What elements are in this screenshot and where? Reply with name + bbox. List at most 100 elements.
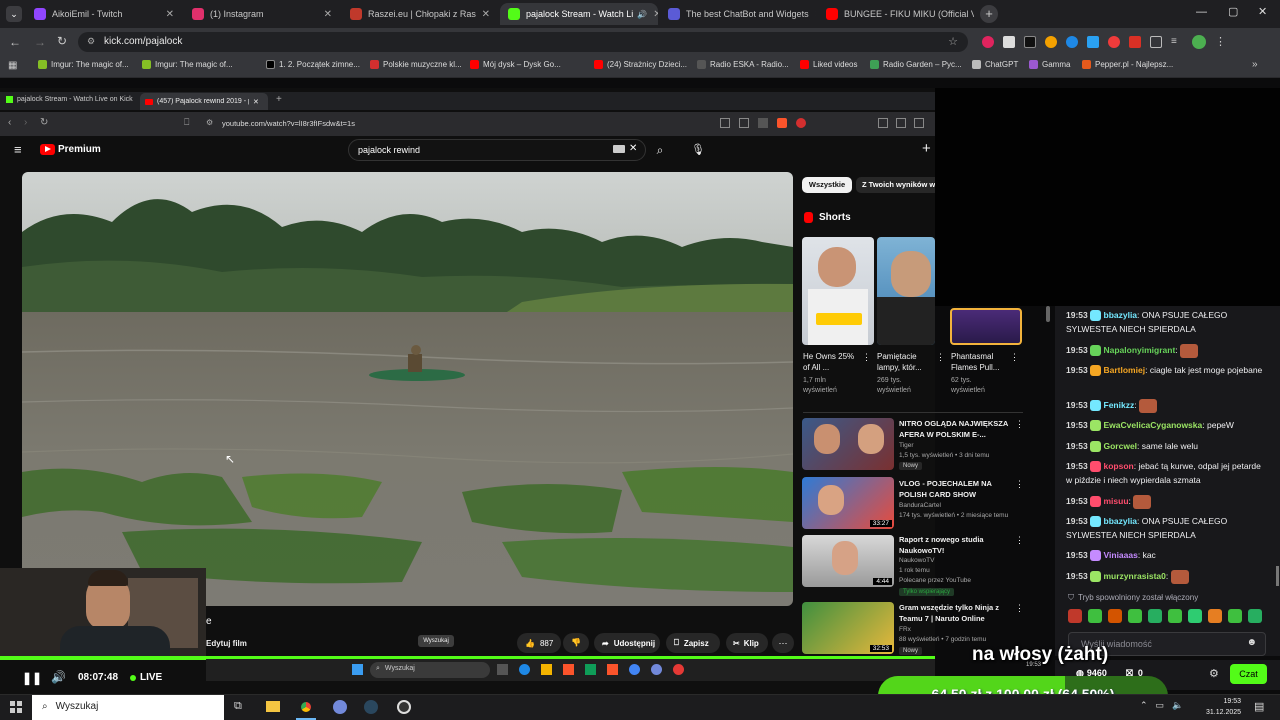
search-input[interactable]: pajalock rewind ✕ bbox=[348, 139, 646, 161]
bookmark-item[interactable]: Mój dysk – Dysk Go... bbox=[470, 60, 561, 69]
app-icon[interactable] bbox=[629, 664, 640, 675]
related-channel[interactable]: Tiger bbox=[899, 442, 914, 449]
chat-username[interactable]: misuu bbox=[1104, 496, 1129, 506]
app-icon[interactable] bbox=[585, 664, 596, 675]
related-title[interactable]: Gram wszędzie tylko Ninja z Teamu 7 | Na… bbox=[899, 602, 1011, 624]
more-icon[interactable]: ⋮ bbox=[936, 352, 945, 363]
clear-icon[interactable]: ✕ bbox=[629, 143, 637, 154]
browser-tab[interactable]: BUNGEE - FIKU MIKU (Official V✕ bbox=[818, 3, 974, 25]
dislike-button[interactable]: 👎 bbox=[563, 633, 589, 653]
bookmark-item[interactable]: (24) Strażnicy Dzieci... bbox=[594, 60, 687, 69]
app-icon[interactable] bbox=[651, 664, 662, 675]
network-icon[interactable]: ▭ bbox=[1156, 700, 1165, 711]
short-title[interactable]: Pamiętacie lampy, któr... bbox=[877, 351, 932, 373]
notification-icon[interactable]: ▤ bbox=[1254, 700, 1264, 713]
bookmark-item[interactable]: Radio ESKA - Radio... bbox=[697, 60, 789, 69]
minimize-button[interactable]: — bbox=[1196, 6, 1207, 18]
taskbar-clock[interactable]: 19:53 31.12.2025 bbox=[1206, 696, 1241, 718]
chat-username[interactable]: Bartlomiej bbox=[1104, 365, 1146, 375]
settings-gear-icon[interactable]: ⚙ bbox=[1209, 667, 1219, 680]
chat-username[interactable]: Napalonyimigrant bbox=[1104, 345, 1176, 355]
close-icon[interactable]: ✕ bbox=[809, 9, 816, 20]
bookmark-item[interactable]: ChatGPT bbox=[972, 60, 1018, 69]
bookmark-item[interactable]: 1. 2. Początek zimne... bbox=[266, 60, 360, 69]
filter-chip-active[interactable]: Wszystkie bbox=[802, 177, 852, 193]
extension-icon[interactable] bbox=[896, 118, 906, 128]
app-icon[interactable] bbox=[497, 664, 508, 675]
tray-chevron-icon[interactable]: ⌃ bbox=[1140, 700, 1148, 711]
share-button[interactable]: ➦ Udostępnij bbox=[594, 633, 660, 653]
inner-tab-active[interactable]: (457) Pajalock rewind 2019 - po ✕ bbox=[140, 93, 268, 110]
extension-icon[interactable] bbox=[1108, 36, 1120, 48]
bookmark-item[interactable]: Gamma bbox=[1029, 60, 1070, 69]
more-actions-button[interactable]: ⋯ bbox=[772, 633, 794, 653]
site-info-icon[interactable]: ⚙ bbox=[87, 36, 95, 47]
chat-username[interactable]: Fenikzz bbox=[1104, 400, 1135, 410]
live-indicator[interactable]: LIVE bbox=[130, 672, 162, 683]
emote-icon[interactable] bbox=[1148, 609, 1162, 623]
speaker-icon[interactable]: 🔊 bbox=[637, 10, 647, 19]
voice-search-icon[interactable]: 🎙 bbox=[688, 139, 708, 161]
inner-tab[interactable]: pajalock Stream - Watch Live on Kick✕ bbox=[6, 95, 149, 103]
bookmark-icon[interactable]: ⎕ bbox=[184, 117, 189, 128]
chat-send-button[interactable]: Czat bbox=[1230, 664, 1267, 684]
chat-username[interactable]: Viniaaas bbox=[1104, 550, 1138, 560]
related-channel[interactable]: FRx bbox=[899, 626, 911, 633]
chat-username[interactable]: bbazylia bbox=[1104, 516, 1138, 526]
bookmark-item[interactable]: Imgur: The magic of... bbox=[38, 60, 129, 69]
share-icon[interactable] bbox=[739, 118, 749, 128]
short-title[interactable]: Phantasmal Flames Pull... bbox=[951, 351, 1006, 373]
short-thumbnail[interactable] bbox=[877, 237, 935, 345]
close-icon[interactable]: ✕ bbox=[647, 9, 658, 20]
chat-username[interactable]: bbazylia bbox=[1104, 310, 1138, 320]
extension-icon[interactable] bbox=[1045, 36, 1057, 48]
hamburger-icon[interactable]: ≡ bbox=[14, 142, 22, 157]
more-icon[interactable]: ⋮ bbox=[1010, 352, 1019, 363]
app-icon[interactable] bbox=[519, 664, 530, 675]
create-icon[interactable]: + bbox=[922, 140, 931, 157]
close-icon[interactable]: ✕ bbox=[476, 9, 490, 20]
chat-scrollbar[interactable] bbox=[1276, 566, 1279, 586]
bookmark-star-icon[interactable]: ☆ bbox=[948, 35, 958, 48]
pause-icon[interactable]: ❚❚ bbox=[22, 671, 42, 685]
extension-icon[interactable] bbox=[1087, 36, 1099, 48]
brave-icon[interactable] bbox=[777, 118, 787, 128]
related-title[interactable]: VLOG - POJECHALEM NA POLISH CARD SHOW bbox=[899, 478, 1011, 500]
search-button[interactable]: ⌕ bbox=[646, 139, 674, 161]
chat-username[interactable]: Gorcwel bbox=[1104, 441, 1138, 451]
close-icon[interactable]: ✕ bbox=[318, 9, 332, 20]
close-icon[interactable]: ✕ bbox=[160, 9, 174, 20]
file-explorer-icon[interactable] bbox=[266, 701, 280, 712]
more-bookmarks-icon[interactable]: » bbox=[1252, 59, 1258, 70]
like-button[interactable]: 👍 887 bbox=[517, 633, 561, 653]
forward-icon[interactable]: › bbox=[24, 117, 27, 128]
chat-username[interactable]: murzynrasista0 bbox=[1104, 571, 1166, 581]
bookmark-item[interactable]: Polskie muzyczne kl... bbox=[370, 60, 462, 69]
media-icon[interactable]: ≡ bbox=[1171, 36, 1183, 48]
more-icon[interactable]: ⋮ bbox=[862, 352, 871, 363]
emote-icon[interactable] bbox=[1248, 609, 1262, 623]
inner-url[interactable]: youtube.com/watch?v=lI8r3fIFsdw&t=1s bbox=[222, 119, 355, 128]
extension-icon[interactable] bbox=[982, 36, 994, 48]
browser-tab[interactable]: Raszei.eu | Chłopaki z Raszei Lin✕ bbox=[342, 3, 498, 25]
emote-icon[interactable] bbox=[1208, 609, 1222, 623]
emote-icon[interactable] bbox=[1168, 609, 1182, 623]
more-icon[interactable]: ⋮ bbox=[1015, 479, 1024, 490]
emote-icon[interactable] bbox=[1188, 609, 1202, 623]
chat-username[interactable]: kopson bbox=[1104, 461, 1134, 471]
related-title[interactable]: NITRO OGLĄDA NAJWIĘKSZA AFERA W POLSKIM … bbox=[899, 418, 1011, 440]
save-button[interactable]: ⎕ Zapisz bbox=[666, 633, 720, 653]
extension-icon[interactable] bbox=[1003, 36, 1015, 48]
clip-button[interactable]: ✂ Klip bbox=[726, 633, 768, 653]
maximize-button[interactable]: ▢ bbox=[1228, 5, 1238, 18]
browser-tab[interactable]: AikoiEmil - Twitch ✕ bbox=[26, 3, 182, 25]
app-icon[interactable] bbox=[563, 664, 574, 675]
task-view-icon[interactable]: ⧉ bbox=[234, 700, 242, 713]
extension-icon[interactable] bbox=[1024, 36, 1036, 48]
emoji-icon[interactable]: ☻ bbox=[1246, 637, 1257, 648]
extension-icon[interactable] bbox=[758, 118, 768, 128]
youtube-logo[interactable]: Premium bbox=[40, 144, 101, 155]
short-thumbnail[interactable] bbox=[802, 237, 874, 345]
sidebar-scrollbar[interactable] bbox=[1046, 306, 1050, 322]
inner-search-box[interactable]: ⌕ Wyszukaj bbox=[370, 662, 490, 678]
